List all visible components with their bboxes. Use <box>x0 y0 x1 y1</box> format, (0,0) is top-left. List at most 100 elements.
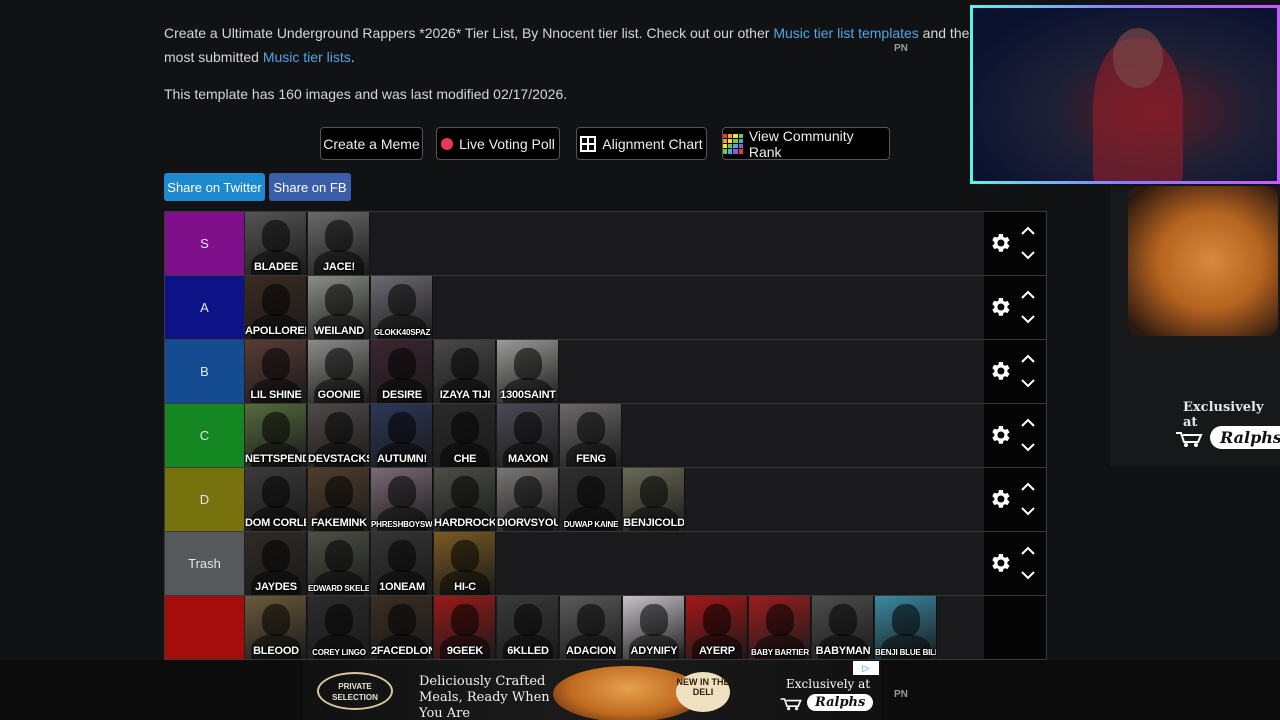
artist-card[interactable]: JAYDES <box>245 532 307 595</box>
artist-card[interactable]: CHE <box>434 404 496 467</box>
artist-card[interactable]: ADACION <box>560 596 622 659</box>
live-voting-label: Live Voting Poll <box>459 135 555 152</box>
artist-photo <box>325 284 353 316</box>
description-text: Create a Ultimate Underground Rappers *2… <box>164 25 774 41</box>
artist-card[interactable]: GOONIE <box>308 340 370 403</box>
artist-name: CHE <box>453 453 477 465</box>
view-community-rank-button[interactable]: View Community Rank <box>722 127 890 160</box>
artist-card[interactable]: PHRESHBOYSWAG <box>371 468 433 531</box>
share-twitter-button[interactable]: Share on Twitter <box>164 173 265 201</box>
chevron-down-icon[interactable] <box>1020 441 1036 453</box>
chevron-up-icon[interactable] <box>1020 289 1036 301</box>
artist-card[interactable]: DUWAP KAINE <box>560 468 622 531</box>
tier-row: C NETTSPEND DEVSTACKS AUTUMN! CHE MAXON FENG <box>165 404 1046 468</box>
side-ad-ralphs-logo: Ralphs <box>1174 426 1280 449</box>
adchoices-icon[interactable]: ▷ <box>853 661 879 675</box>
chevron-down-icon[interactable] <box>1020 313 1036 325</box>
chevron-down-icon[interactable] <box>1020 569 1036 581</box>
artist-card[interactable]: GLOKK40SPAZ <box>371 276 433 339</box>
artist-card[interactable]: BENJICOLD <box>623 468 685 531</box>
artist-card[interactable]: 1300SAINT <box>497 340 559 403</box>
webcam-overlay <box>970 5 1280 184</box>
tier-row: B LIL SHINE GOONIE DESIRE IZAYA TIJI 1300SAIN… <box>165 340 1046 404</box>
artist-card[interactable]: 1ONEAM <box>371 532 433 595</box>
tier-label[interactable]: A <box>165 276 245 339</box>
artist-name: AUTUMN! <box>377 453 427 465</box>
artist-card[interactable]: MAXON <box>497 404 559 467</box>
artist-photo <box>262 348 290 380</box>
gear-icon[interactable] <box>988 231 1012 255</box>
artist-name: 1300SAINT <box>500 389 556 401</box>
chevron-down-icon[interactable] <box>1020 249 1036 261</box>
artist-card[interactable]: 2FACEDLON <box>371 596 433 659</box>
live-voting-poll-button[interactable]: Live Voting Poll <box>436 127 560 160</box>
bottom-advertisement[interactable]: PRIVATE SELECTION Deliciously Crafted Me… <box>0 660 1280 720</box>
tier-label[interactable] <box>165 596 245 659</box>
artist-card[interactable]: DESIRE <box>371 340 433 403</box>
artist-card[interactable]: IZAYA TIJI <box>434 340 496 403</box>
tier-row: S BLADEE JACE! <box>165 212 1046 276</box>
tier-label[interactable]: S <box>165 212 245 275</box>
artist-card[interactable]: COREY LINGO <box>308 596 370 659</box>
tier-list: S BLADEE JACE! AAPOLLORED1 WEILAND GLOKK40SPA… <box>164 211 1047 660</box>
chevron-down-icon[interactable] <box>1020 377 1036 389</box>
music-tier-lists-link[interactable]: Music tier lists <box>263 49 351 65</box>
gear-icon[interactable] <box>988 423 1012 447</box>
artist-photo <box>325 476 353 508</box>
music-templates-link[interactable]: Music tier list templates <box>773 25 918 41</box>
artist-card[interactable]: DIORVSYOU <box>497 468 559 531</box>
tier-controls <box>984 596 1046 659</box>
tier-label[interactable]: B <box>165 340 245 403</box>
tier-label[interactable]: C <box>165 404 245 467</box>
tier-label[interactable]: D <box>165 468 245 531</box>
artist-card[interactable]: HARDROCK <box>434 468 496 531</box>
artist-card[interactable]: WEILAND <box>308 276 370 339</box>
chevron-up-icon[interactable] <box>1020 225 1036 237</box>
tier-label[interactable]: Trash <box>165 532 245 595</box>
artist-card[interactable]: BENJI BLUE BILLS <box>875 596 937 659</box>
artist-card[interactable]: LIL SHINE <box>245 340 307 403</box>
chevron-up-icon[interactable] <box>1020 353 1036 365</box>
artist-card[interactable]: 9GEEK <box>434 596 496 659</box>
artist-card[interactable]: BABYMAN <box>812 596 874 659</box>
artist-photo <box>325 412 353 444</box>
artist-card[interactable]: JACE! <box>308 212 370 275</box>
artist-card[interactable]: BABY BARTIER <box>749 596 811 659</box>
artist-name: 2FACEDLON <box>371 645 433 657</box>
artist-card[interactable]: FENG <box>560 404 622 467</box>
gear-icon[interactable] <box>988 359 1012 383</box>
artist-card[interactable]: 6KLLED <box>497 596 559 659</box>
chevron-down-icon[interactable] <box>1020 505 1036 517</box>
artist-card[interactable]: BLADEE <box>245 212 307 275</box>
chevron-up-icon[interactable] <box>1020 417 1036 429</box>
alignment-chart-button[interactable]: Alignment Chart <box>576 127 707 160</box>
bottom-ad-banner[interactable]: PRIVATE SELECTION Deliciously Crafted Me… <box>303 660 881 720</box>
tier-row: Trash JAYDES EDWARD SKELETRIX 1ONEAM HI-C <box>165 532 1046 596</box>
tier-controls <box>984 468 1046 531</box>
artist-name: ADACION <box>566 645 616 657</box>
artist-card[interactable]: HI-C <box>434 532 496 595</box>
artist-photo <box>451 476 479 508</box>
artist-card[interactable]: EDWARD SKELETRIX <box>308 532 370 595</box>
artist-photo <box>703 604 731 636</box>
artist-card[interactable]: DOM CORLEO <box>245 468 307 531</box>
gear-icon[interactable] <box>988 487 1012 511</box>
chevron-up-icon[interactable] <box>1020 481 1036 493</box>
side-advertisement[interactable]: Exclusively at Ralphs <box>1110 186 1280 466</box>
watermark-text: PN <box>894 43 908 54</box>
artist-card[interactable]: FAKEMINK <box>308 468 370 531</box>
gear-icon[interactable] <box>988 295 1012 319</box>
artist-card[interactable]: AYERP <box>686 596 748 659</box>
artist-card[interactable]: NETTSPEND <box>245 404 307 467</box>
artist-card[interactable]: APOLLORED1 <box>245 276 307 339</box>
gear-icon[interactable] <box>988 551 1012 575</box>
bottom-ad-exclusively: Exclusively at <box>786 677 871 691</box>
artist-card[interactable]: BLEOOD <box>245 596 307 659</box>
artist-card[interactable]: ADYNIFY <box>623 596 685 659</box>
share-fb-button[interactable]: Share on FB <box>269 173 351 201</box>
artist-photo <box>388 604 416 636</box>
artist-card[interactable]: AUTUMN! <box>371 404 433 467</box>
chevron-up-icon[interactable] <box>1020 545 1036 557</box>
create-meme-button[interactable]: Create a Meme <box>320 127 423 160</box>
artist-card[interactable]: DEVSTACKS <box>308 404 370 467</box>
